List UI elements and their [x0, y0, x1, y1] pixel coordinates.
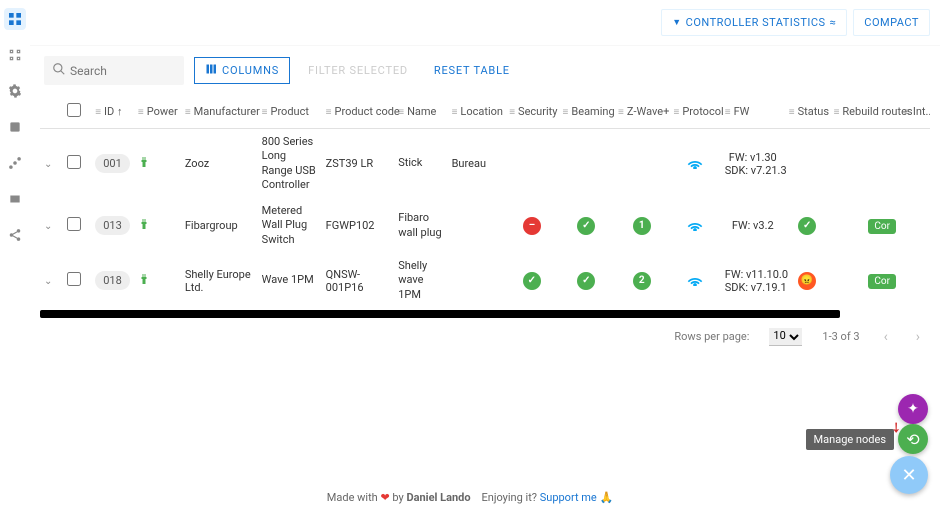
cell-manufacturer: Zooz: [181, 129, 258, 199]
cell-name: Shelly wave 1PM: [394, 253, 447, 308]
fab-manage-nodes[interactable]: ⟲: [898, 424, 928, 454]
row-checkbox[interactable]: [67, 155, 81, 169]
rows-per-page-select[interactable]: 10: [769, 328, 802, 346]
minus-icon: –: [523, 217, 541, 235]
search-icon: [52, 62, 66, 79]
cell-manufacturer: Shelly Europe Ltd.: [181, 253, 258, 308]
col-rebuild[interactable]: ≡Rebuild routes: [830, 95, 900, 129]
col-power[interactable]: ≡Power: [134, 95, 181, 129]
zwave-icon: [687, 276, 703, 289]
cell-name: Fibaro wall plug: [394, 198, 447, 253]
cell-fw: FW: v3.2: [721, 198, 785, 253]
zwaveplus-badge: 2: [633, 272, 651, 290]
nav-store[interactable]: [4, 188, 26, 210]
sort-asc-icon: ↑: [117, 105, 123, 118]
rebuild-chip: Cor: [868, 219, 896, 234]
power-mains-icon: [138, 221, 150, 234]
fab-magic[interactable]: ✦: [898, 394, 928, 424]
col-security[interactable]: ≡Security: [505, 95, 558, 129]
col-id[interactable]: ≡ID ↑: [91, 95, 134, 129]
col-product[interactable]: ≡Product: [258, 95, 322, 129]
heart-icon: ❤: [380, 491, 389, 504]
nav-nodes[interactable]: [4, 8, 26, 30]
status-ok-icon: ✓: [798, 217, 816, 235]
fab-close[interactable]: ✕: [890, 456, 928, 494]
rebuild-chip: Cor: [868, 274, 896, 289]
nav-network[interactable]: [4, 152, 26, 174]
cell-fw: FW: v11.10.0SDK: v7.19.1: [721, 253, 785, 308]
reset-table-button[interactable]: RESET TABLE: [426, 59, 518, 82]
nav-settings[interactable]: [4, 80, 26, 102]
nav-debug[interactable]: [4, 116, 26, 138]
check-icon: ✓: [577, 217, 595, 235]
link-icon: ⟲: [906, 430, 919, 449]
table-row[interactable]: ⌄ 001 Zooz800 Series Long Range USB Contro…: [40, 129, 930, 199]
check-icon: ✓: [523, 272, 541, 290]
pagination-range: 1-3 of 3: [822, 330, 859, 343]
columns-button[interactable]: COLUMNS: [194, 57, 290, 84]
expand-row[interactable]: ⌄: [44, 221, 52, 232]
stats-icon: ≈: [830, 16, 837, 29]
compact-button[interactable]: COMPACT: [853, 9, 930, 36]
col-beaming[interactable]: ≡Beaming: [559, 95, 614, 129]
nav-share[interactable]: [4, 224, 26, 246]
power-mains-icon: [138, 276, 150, 289]
node-id-badge: 001: [95, 154, 130, 173]
cell-product-code: ZST39 LR: [322, 129, 395, 199]
next-page-button[interactable]: ›: [912, 329, 924, 345]
col-manufacturer[interactable]: ≡Manufacturer: [181, 95, 258, 129]
col-product-code[interactable]: ≡Product code: [322, 95, 395, 129]
filter-selected-button: FILTER SELECTED: [300, 59, 416, 82]
node-id-badge: 018: [95, 271, 130, 290]
cell-fw: FW: v1.30SDK: v7.21.3: [721, 129, 785, 199]
cell-product: Metered Wall Plug Switch: [258, 198, 322, 253]
status-angry-icon: 😠: [798, 272, 816, 290]
close-icon: ✕: [901, 465, 916, 486]
prev-page-button[interactable]: ‹: [880, 329, 892, 345]
check-icon: ✓: [577, 272, 595, 290]
cell-name: Stick: [394, 129, 447, 199]
col-interview[interactable]: ≡Int...: [900, 95, 930, 129]
cell-manufacturer: Fibargroup: [181, 198, 258, 253]
expand-row[interactable]: ⌄: [44, 159, 52, 170]
zwave-icon: [687, 159, 703, 172]
row-checkbox[interactable]: [67, 272, 81, 286]
node-id-badge: 013: [95, 216, 130, 235]
arrow-down-icon: ▼: [672, 17, 681, 28]
col-zwaveplus[interactable]: ≡Z-Wave+: [614, 95, 669, 129]
manage-nodes-tooltip: Manage nodes: [806, 429, 894, 450]
search-input[interactable]: [70, 64, 176, 78]
zwave-icon: [687, 221, 703, 234]
cell-location: [448, 198, 506, 253]
pray-icon: 🙏: [600, 491, 614, 504]
cell-product-code: FGWP102: [322, 198, 395, 253]
expand-row[interactable]: ⌄: [44, 276, 52, 287]
col-fw[interactable]: ≡FW: [721, 95, 785, 129]
nav-smart-start[interactable]: [4, 44, 26, 66]
rows-per-page-label: Rows per page:: [674, 330, 749, 343]
col-location[interactable]: ≡Location: [448, 95, 506, 129]
col-protocol[interactable]: ≡Protocol: [670, 95, 721, 129]
cell-location: Bureau: [448, 129, 506, 199]
power-mains-icon: [138, 159, 150, 172]
table-row[interactable]: ⌄ 018 Shelly Europe Ltd.Wave 1PMQNSW-001P1…: [40, 253, 930, 308]
select-all-checkbox[interactable]: [67, 103, 81, 117]
col-status[interactable]: ≡Status: [785, 95, 830, 129]
search-input-container[interactable]: [44, 56, 184, 85]
controller-statistics-button[interactable]: ▼ CONTROLLER STATISTICS ≈: [661, 9, 847, 36]
col-name[interactable]: ≡Name: [394, 95, 447, 129]
wand-icon: ✦: [907, 401, 919, 417]
cell-location: [448, 253, 506, 308]
columns-icon: [205, 63, 217, 78]
cell-product: Wave 1PM: [258, 253, 322, 308]
table-row[interactable]: ⌄ 013 FibargroupMetered Wall Plug SwitchFG…: [40, 198, 930, 253]
footer-credit: Made with ❤ by Daniel Lando Enjoying it?…: [0, 491, 940, 504]
row-checkbox[interactable]: [67, 217, 81, 231]
horizontal-scrollbar[interactable]: [40, 310, 840, 318]
cell-product-code: QNSW-001P16: [322, 253, 395, 308]
zwaveplus-badge: 1: [633, 217, 651, 235]
cell-product: 800 Series Long Range USB Controller: [258, 129, 322, 199]
support-link[interactable]: Support me: [540, 491, 597, 504]
